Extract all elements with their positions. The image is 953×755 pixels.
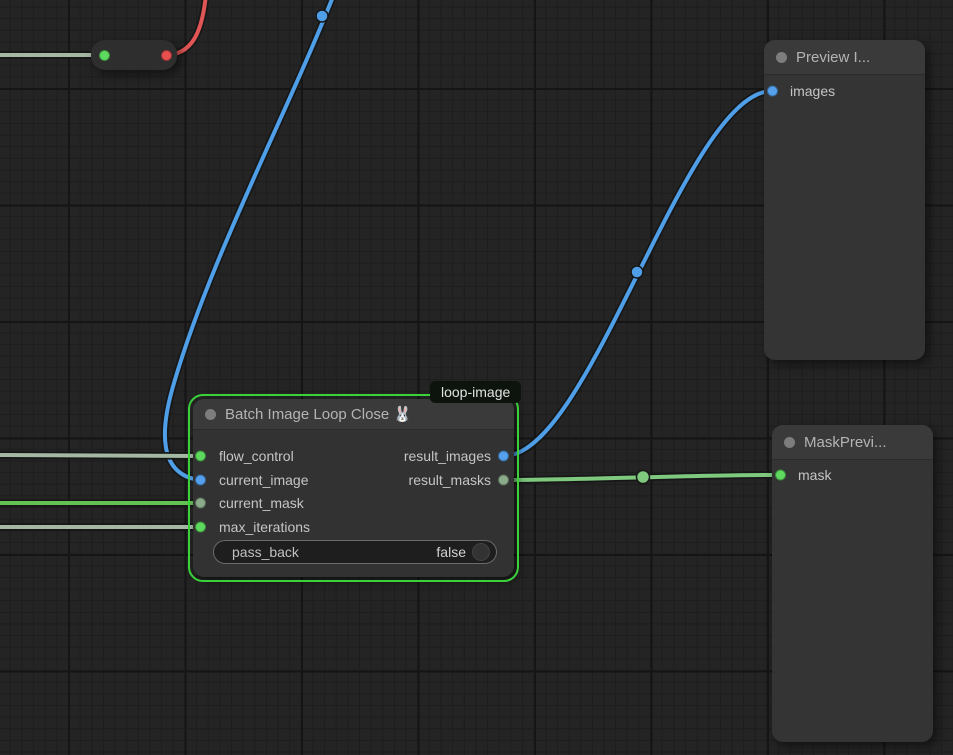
input-port[interactable] (767, 86, 778, 97)
link-result-masks-to-mask[interactable] (504, 471, 772, 484)
input-label: current_image (219, 469, 309, 491)
widget-value: false (436, 544, 466, 560)
node-title: MaskPrevi... (804, 434, 887, 451)
output-port[interactable] (498, 451, 509, 462)
output-label: result_images (404, 445, 491, 467)
input-label: flow_control (219, 445, 294, 467)
widget-label: pass_back (232, 544, 299, 560)
link-to-flow-control[interactable] (0, 455, 200, 456)
output-port[interactable] (161, 50, 172, 61)
collapse-dot-icon[interactable] (205, 409, 216, 420)
input-port[interactable] (195, 522, 206, 533)
output-label: result_masks (409, 469, 491, 491)
input-port[interactable] (195, 451, 206, 462)
node-preview-image[interactable]: Preview I... images (764, 40, 925, 360)
node-title-bar[interactable]: Preview I... (764, 40, 925, 75)
toggle-knob-icon[interactable] (472, 543, 490, 561)
collapse-dot-icon[interactable] (776, 52, 787, 63)
input-port[interactable] (195, 475, 206, 486)
node-title-bar[interactable]: MaskPrevi... (772, 425, 933, 460)
input-slot-flow-control: flow_control (193, 445, 294, 467)
input-slot-current-mask: current_mask (193, 492, 304, 514)
output-port[interactable] (498, 475, 509, 486)
input-slot-current-image: current_image (193, 469, 309, 491)
node-collapsed[interactable] (91, 40, 177, 70)
input-label: images (790, 80, 835, 102)
link-midpoint-dot (631, 266, 643, 278)
input-port[interactable] (775, 470, 786, 481)
collapse-dot-icon[interactable] (784, 437, 795, 448)
input-port[interactable] (195, 498, 206, 509)
link-midpoint-dot (316, 10, 328, 22)
link-midpoint-dot (637, 471, 650, 484)
node-title-bar[interactable]: Batch Image Loop Close 🐰 (193, 399, 514, 430)
input-port[interactable] (99, 50, 110, 61)
output-slot-result-images: result_images (404, 445, 514, 467)
node-batch-image-loop-close[interactable]: Batch Image Loop Close 🐰 flow_control cu… (193, 399, 514, 577)
output-slot-result-masks: result_masks (409, 469, 514, 491)
input-label: current_mask (219, 492, 304, 514)
node-graph-canvas[interactable]: loop-image Batch Image Loop Close 🐰 flow… (0, 0, 953, 755)
node-mask-preview[interactable]: MaskPrevi... mask (772, 425, 933, 742)
input-label: mask (798, 464, 831, 486)
widget-pass-back[interactable]: pass_back false (213, 540, 497, 564)
input-slot-max-iterations: max_iterations (193, 516, 310, 538)
node-title: Preview I... (796, 49, 870, 66)
node-title: Batch Image Loop Close 🐰 (225, 405, 412, 423)
input-label: max_iterations (219, 516, 310, 538)
link-result-images-to-preview[interactable] (504, 91, 772, 456)
input-slot-images: images (764, 80, 835, 102)
input-slot-mask: mask (772, 464, 831, 486)
node-tag: loop-image (430, 381, 521, 403)
